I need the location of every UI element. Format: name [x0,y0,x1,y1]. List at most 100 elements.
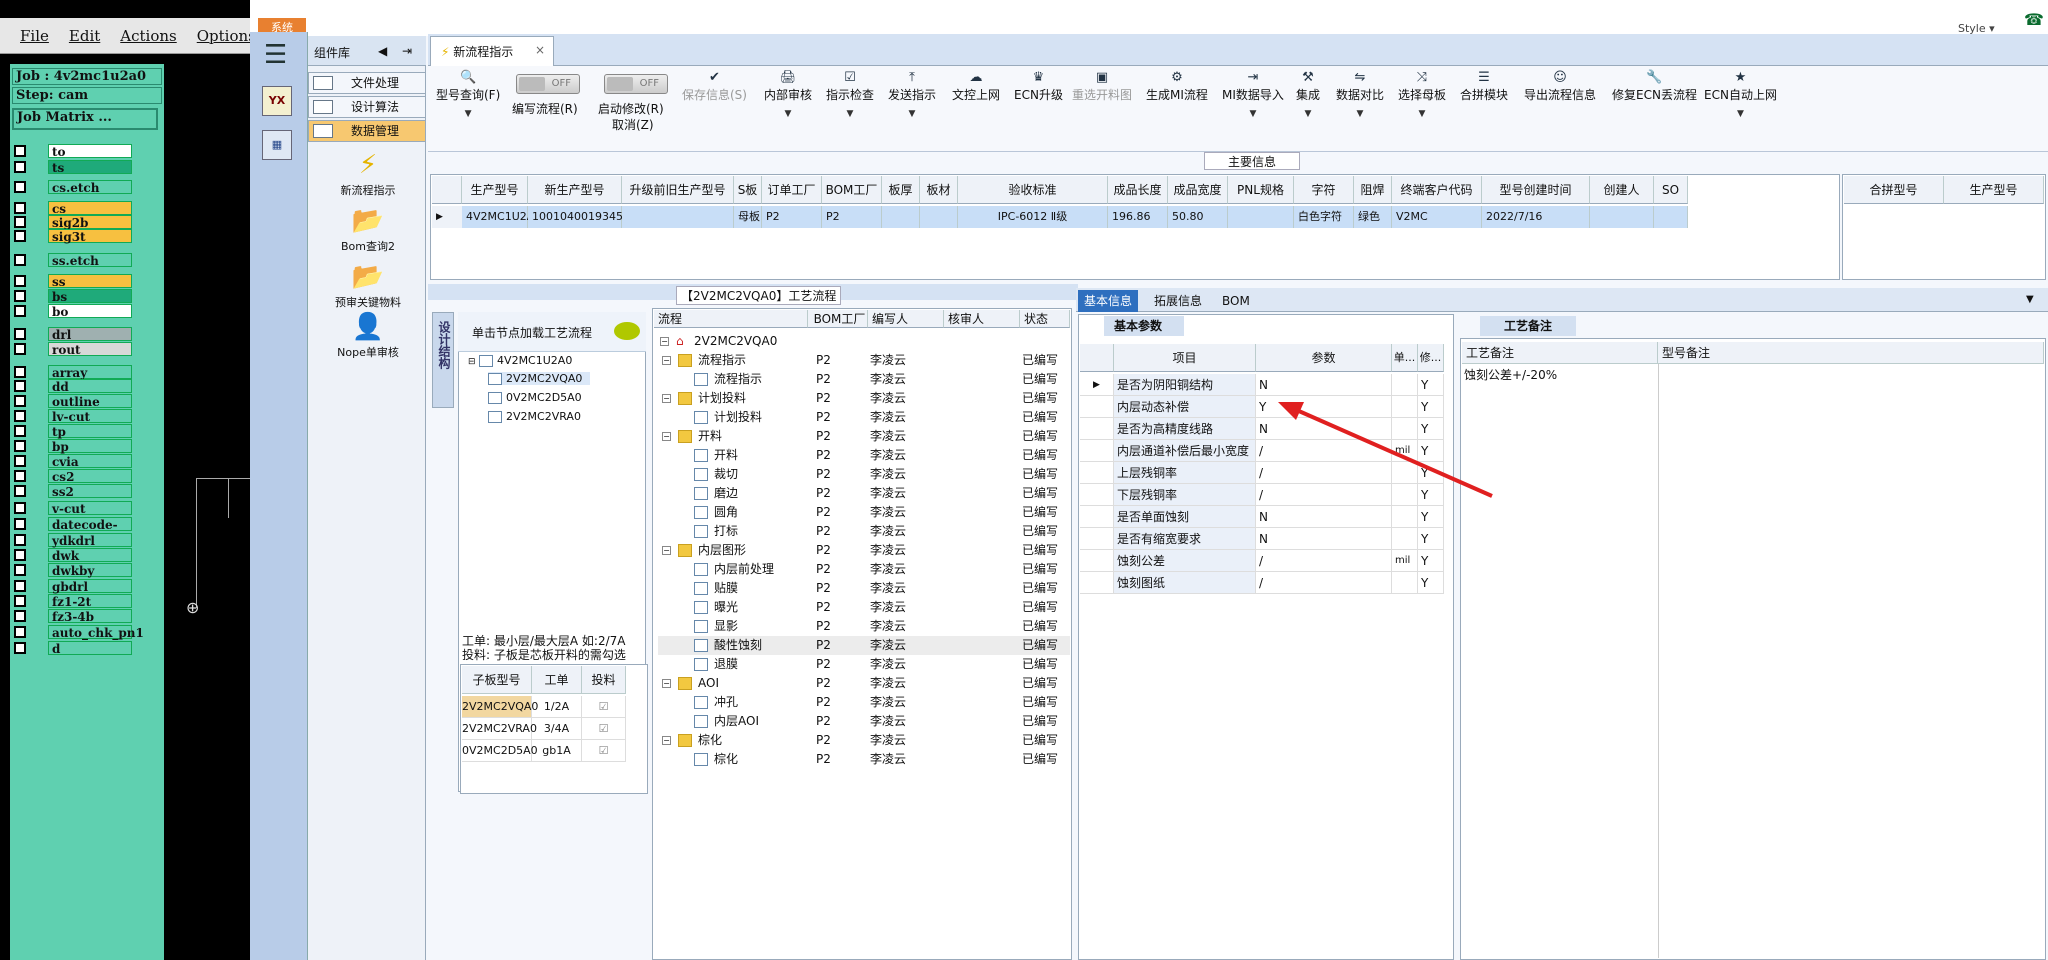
basic-mod[interactable]: Y [1418,572,1444,594]
layer-row[interactable]: cs2 [14,469,132,484]
layer-checkbox[interactable] [14,328,26,340]
layer-row[interactable]: ss.etch [14,253,132,268]
lib-item-algorithm[interactable]: 设计算法 [308,96,426,118]
layer-row[interactable]: to [14,144,132,159]
main-cell[interactable]: 196.86 [1108,206,1168,228]
basic-mod[interactable]: Y [1418,506,1444,528]
select-mother-board-button[interactable]: ⤨ 选择母板 ▼ [1398,70,1446,119]
proc-row[interactable]: − 计划投料 P2 李凌云 已编写 [658,389,1070,408]
layer-row[interactable]: dd [14,379,132,394]
bom-query-button[interactable]: 📂 Bom查询2 [318,206,418,254]
layer-checkbox[interactable] [14,485,26,497]
layer-checkbox[interactable] [14,145,26,157]
main-cell[interactable]: 绿色 [1354,206,1392,228]
basic-item[interactable]: 是否为阴阳铜结构 [1114,374,1256,396]
layer-checkbox[interactable] [14,626,26,638]
model-query-button[interactable]: 🔍 型号查询(F) ▼ [436,70,500,119]
layer-checkbox[interactable] [14,549,26,561]
proc-row[interactable]: 内层AOI P2 李凌云 已编写 [658,712,1070,731]
menu-options[interactable]: Options [197,27,256,45]
main-cell[interactable]: 白色字符 [1294,206,1354,228]
main-cell[interactable]: 母板 [734,206,762,228]
layer-checkbox[interactable] [14,380,26,392]
row-indicator[interactable]: ▶ [1080,374,1114,396]
layer-checkbox[interactable] [14,455,26,467]
proc-row[interactable]: 圆角 P2 李凌云 已编写 [658,503,1070,522]
basic-header[interactable]: 修... [1418,344,1444,372]
basic-header[interactable]: 参数 [1256,344,1392,372]
layer-row[interactable]: ts [14,160,132,175]
collapse-icon[interactable]: − [662,679,671,688]
collapse-icon[interactable]: − [662,432,671,441]
sub-model[interactable]: 0V2MC2D5A0 [462,740,538,762]
basic-header[interactable]: 项目 [1114,344,1256,372]
layer-row[interactable]: lv-cut [14,409,132,424]
main-header[interactable]: 验收标准 [958,176,1108,204]
collapse-icon[interactable]: − [662,394,671,403]
layer-checkbox[interactable] [14,425,26,437]
layer-checkbox[interactable] [14,230,26,242]
basic-item[interactable]: 内层动态补偿 [1114,396,1256,418]
layer-row[interactable]: auto_chk_pn1 [14,625,144,640]
main-cell[interactable]: P2 [822,206,882,228]
nope-review-button[interactable]: 👤 Nope单审核 [318,312,418,360]
phone-icon[interactable]: ☎ [2024,10,2044,29]
proc-row[interactable]: 开料 P2 李凌云 已编写 [658,446,1070,465]
layer-checkbox[interactable] [14,343,26,355]
generate-mi-process-button[interactable]: ⚙ 生成MI流程 [1146,70,1208,103]
cancel-label[interactable]: 取消(Z) [612,116,654,133]
proc-row[interactable]: 流程指示 P2 李凌云 已编写 [658,370,1070,389]
layer-checkbox[interactable] [14,275,26,287]
proc-header[interactable]: 状态 [1020,310,1070,328]
sub-model[interactable]: 2V2MC2VQA0 [462,696,538,718]
send-instruction-button[interactable]: ⤒ 发送指示 ▼ [888,70,936,119]
layer-row[interactable]: bs [14,289,132,304]
main-header[interactable]: 字符 [1294,176,1354,204]
proc-header[interactable]: 编写人 [868,310,944,328]
layer-checkbox[interactable] [14,502,26,514]
basic-unit[interactable] [1392,528,1418,550]
layer-checkbox[interactable] [14,470,26,482]
layer-row[interactable]: datecode-pbo [14,517,132,546]
basic-item[interactable]: 蚀刻图纸 [1114,572,1256,594]
main-header[interactable]: BOM工厂 [822,176,882,204]
row-indicator[interactable] [1080,396,1114,418]
proc-row[interactable]: − 流程指示 P2 李凌云 已编写 [658,351,1070,370]
merge-module-button[interactable]: ☰ 合拼模块 [1460,70,1508,103]
layer-checkbox[interactable] [14,440,26,452]
sub-model[interactable]: 2V2MC2VRA0 [462,718,537,740]
repair-ecn-button[interactable]: 🔧 修复ECN丢流程 [1612,70,1697,103]
menu-file[interactable]: File [20,27,49,45]
proc-row[interactable]: 退膜 P2 李凌云 已编写 [658,655,1070,674]
proc-row[interactable]: − 内层图形 P2 李凌云 已编写 [658,541,1070,560]
row-indicator[interactable] [1080,528,1114,550]
basic-item[interactable]: 下层残铜率 [1114,484,1256,506]
layer-checkbox[interactable] [14,595,26,607]
layer-row[interactable]: dwk [14,548,132,563]
proc-row[interactable]: 显影 P2 李凌云 已编写 [658,617,1070,636]
basic-item[interactable]: 是否单面蚀刻 [1114,506,1256,528]
art-note-text[interactable]: 蚀刻公差+/-20% [1464,366,1557,383]
layer-checkbox[interactable] [14,181,26,193]
check-instruction-button[interactable]: ☑ 指示检查 ▼ [826,70,874,119]
layer-row[interactable]: sig2b [14,215,132,230]
doc-control-online-button[interactable]: ☁ 文控上网 [952,70,1000,103]
layer-row[interactable]: drl [14,327,132,342]
sub-header[interactable]: 投料 [582,666,626,694]
internal-review-button[interactable]: 🖨 内部审核 ▼ [764,70,812,119]
proc-header[interactable]: 流程 [654,310,808,328]
merge-header[interactable]: 合拼型号 [1844,176,1944,204]
ecn-upgrade-button[interactable]: ♛ ECN升级 [1014,70,1063,103]
basic-unit[interactable] [1392,572,1418,594]
export-process-info-button[interactable]: ☺ 导出流程信息 [1524,70,1596,103]
basic-param[interactable]: / [1256,550,1392,572]
sub-header[interactable]: 子板型号 [462,666,532,694]
data-compare-button[interactable]: ⇋ 数据对比 ▼ [1336,70,1384,119]
layer-checkbox[interactable] [14,254,26,266]
basic-unit[interactable] [1392,374,1418,396]
new-process-button[interactable]: ⚡ 新流程指示 [318,150,418,198]
main-header[interactable]: 成品宽度 [1168,176,1228,204]
proc-row[interactable]: 磨边 P2 李凌云 已编写 [658,484,1070,503]
write-process-toggle[interactable]: OFF [516,74,580,94]
layer-checkbox[interactable] [14,410,26,422]
